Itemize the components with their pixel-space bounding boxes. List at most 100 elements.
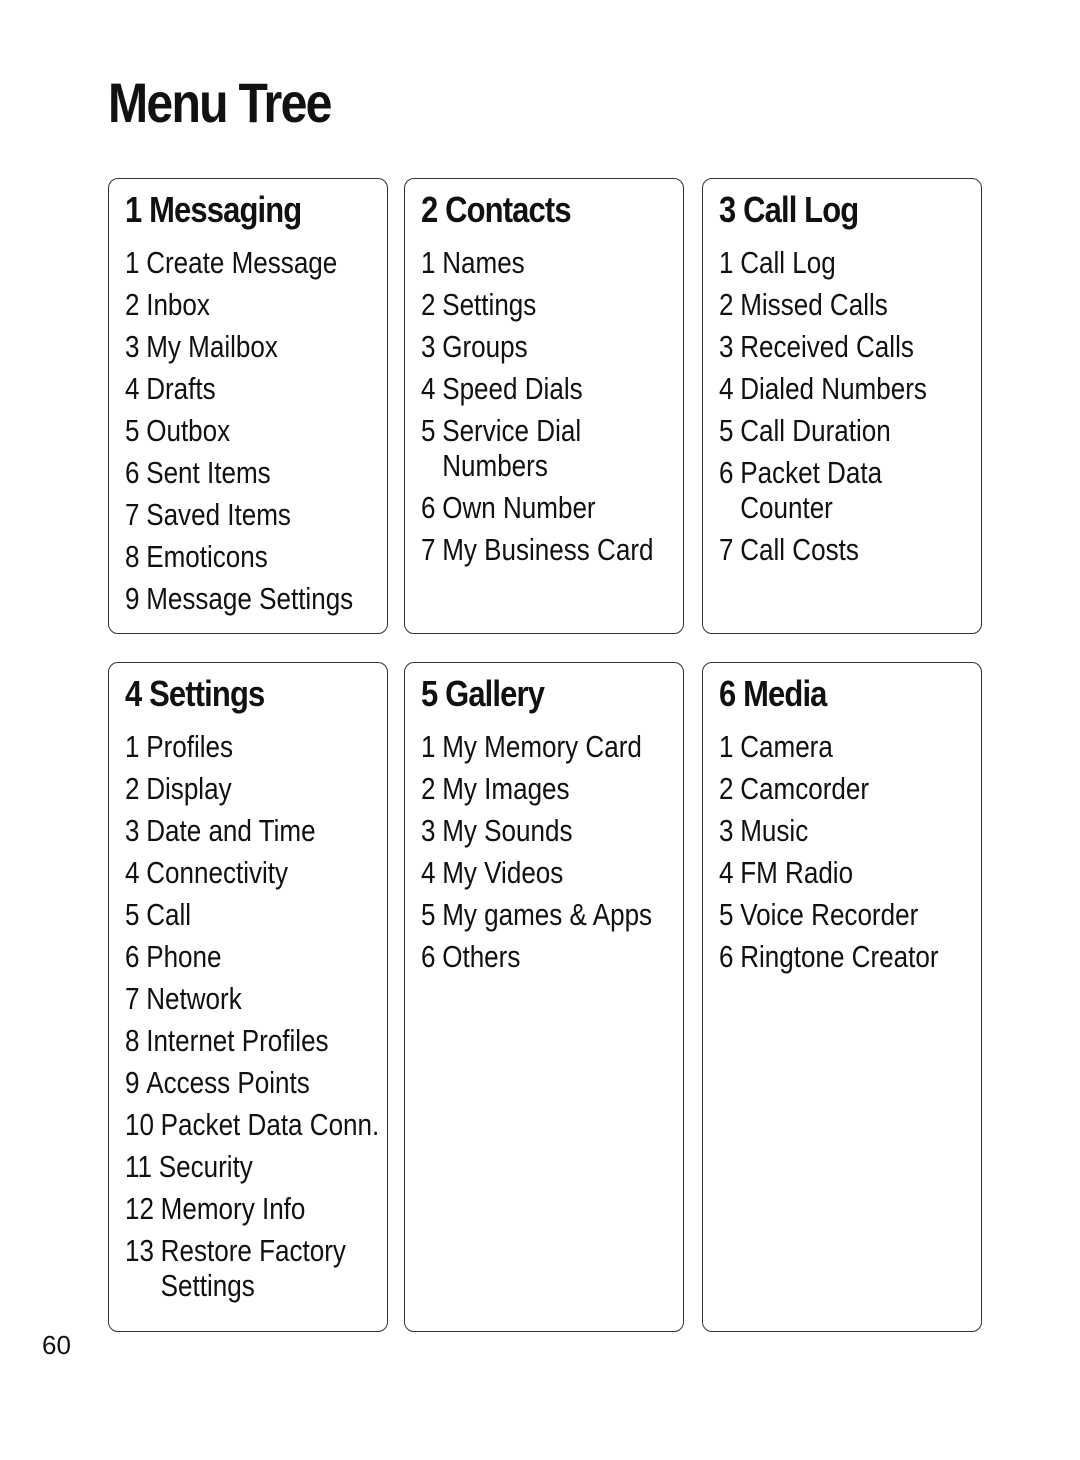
menu-item-label-line: Create Message <box>146 245 338 280</box>
menu-item-label-line: My Memory Card <box>442 729 642 764</box>
menu-item-label: Memory Info <box>161 1191 306 1226</box>
menu-item: 10 Packet Data Conn. <box>125 1107 379 1142</box>
menu-item: 1 Camera <box>719 729 939 764</box>
menu-item-label: Packet Data Counter <box>740 455 882 525</box>
menu-item-label: Received Calls <box>740 329 914 364</box>
menu-item-number: 8 <box>125 1023 140 1058</box>
section-title: 5 Gallery <box>421 673 545 714</box>
menu-item-number: 1 <box>125 729 140 764</box>
menu-item-number: 7 <box>125 981 140 1016</box>
menu-item-label-line: Counter <box>740 490 833 525</box>
menu-item-label-line: My Videos <box>442 855 564 890</box>
section-gallery: 5 Gallery 1 My Memory Card 2 My Images 3 My S… <box>404 662 684 1332</box>
menu-item-label: Ringtone Creator <box>740 939 938 974</box>
menu-item: 2 My Images <box>421 771 641 806</box>
menu-item-label: Call <box>146 897 191 932</box>
menu-item-number: 2 <box>125 771 140 806</box>
menu-item-label: Access Points <box>146 1065 310 1100</box>
menu-item-label-line: Others <box>442 939 521 974</box>
menu-item-label: FM Radio <box>740 855 853 890</box>
menu-item-number: 6 <box>421 939 436 974</box>
menu-item-label: Drafts <box>146 371 215 406</box>
menu-item-label: Packet Data Conn. <box>161 1107 380 1142</box>
menu-item-number: 4 <box>125 855 140 890</box>
menu-item-label-line: Phone <box>146 939 222 974</box>
menu-item-label: Groups <box>442 329 527 364</box>
menu-item-number: 2 <box>125 287 140 322</box>
menu-item-label: Camera <box>740 729 833 764</box>
menu-item-label-line: Sent Items <box>146 455 271 490</box>
menu-item-label: Settings <box>442 287 536 322</box>
menu-item-label: Saved Items <box>146 497 291 532</box>
menu-item-number: 3 <box>125 329 140 364</box>
menu-item-label-line: Network <box>146 981 242 1016</box>
menu-item-number: 1 <box>719 245 734 280</box>
section-items: 1 Camera 2 Camcorder 3 Music 4 FM Radio 5 Voice R… <box>719 729 981 974</box>
menu-item-label: Speed Dials <box>442 371 582 406</box>
menu-item: 5 Call <box>125 897 345 932</box>
menu-item-label: Sent Items <box>146 455 270 490</box>
menu-item-number: 6 <box>421 490 436 525</box>
menu-item: 2 Display <box>125 771 345 806</box>
menu-item: 4 Dialed Numbers <box>719 371 939 406</box>
menu-item: 8 Internet Profiles <box>125 1023 345 1058</box>
menu-item-number: 1 <box>421 729 436 764</box>
menu-item-label-line: Memory Info <box>160 1191 306 1226</box>
menu-item-label: Music <box>740 813 808 848</box>
menu-item-label-line: Saved Items <box>146 497 291 532</box>
menu-item-label-line: FM Radio <box>740 855 854 890</box>
menu-item-number: 3 <box>421 329 436 364</box>
menu-item: 6 Phone <box>125 939 345 974</box>
menu-item-number: 5 <box>719 413 734 448</box>
menu-item-label: Own Number <box>442 490 595 525</box>
page-title: Menu Tree <box>108 71 332 134</box>
menu-item-label-line: Missed Calls <box>740 287 888 322</box>
menu-item-label-line: My Business Card <box>442 532 654 567</box>
menu-item-label-line: Outbox <box>146 413 231 448</box>
menu-item-label-line: Connectivity <box>146 855 289 890</box>
section-items: 1 My Memory Card 2 My Images 3 My Sounds 4 My V… <box>421 729 683 974</box>
menu-item-number: 1 <box>125 245 140 280</box>
menu-item-label: Connectivity <box>146 855 288 890</box>
menu-item-label: My Mailbox <box>146 329 278 364</box>
menu-item-label: Call Log <box>740 245 836 280</box>
menu-item-number: 4 <box>421 371 436 406</box>
menu-item-number: 2 <box>719 287 734 322</box>
menu-item-number: 6 <box>719 939 734 974</box>
menu-item-number: 5 <box>125 897 140 932</box>
menu-item-label: Display <box>146 771 231 806</box>
menu-item: 6 Ringtone Creator <box>719 939 939 974</box>
menu-item-label-line: Drafts <box>146 371 216 406</box>
menu-item-label-line: Message Settings <box>146 581 354 616</box>
menu-item-number: 7 <box>421 532 436 567</box>
menu-item-label-line: Display <box>146 771 232 806</box>
section-title: 6 Media <box>719 673 827 714</box>
menu-item: 5 Voice Recorder <box>719 897 939 932</box>
menu-item-label-line: Call Log <box>740 245 836 280</box>
menu-item-label-line: Music <box>740 813 809 848</box>
menu-item-label: Call Costs <box>740 532 859 567</box>
menu-item-label-line: Ringtone Creator <box>740 939 939 974</box>
menu-item: 1 Create Message <box>125 245 345 280</box>
menu-item-number: 5 <box>421 897 436 932</box>
menu-item: 4 Speed Dials <box>421 371 641 406</box>
menu-item-label-line: Emoticons <box>146 539 268 574</box>
menu-item: 12 Memory Info <box>125 1191 345 1226</box>
menu-item: 4 Connectivity <box>125 855 345 890</box>
menu-item-label-line: Voice Recorder <box>740 897 919 932</box>
section-contacts: 2 Contacts 1 Names 2 Settings 3 Groups 4 Speed … <box>404 178 684 634</box>
menu-item: 4 My Videos <box>421 855 641 890</box>
menu-item-label-line: Packet Data <box>740 455 883 490</box>
menu-item-label-line: My Images <box>442 771 570 806</box>
menu-item-label: Voice Recorder <box>740 897 918 932</box>
menu-item: 3 Music <box>719 813 939 848</box>
menu-item-label: Others <box>442 939 520 974</box>
section-messaging: 1 Messaging 1 Create Message 2 Inbox 3 My Mai… <box>108 178 388 634</box>
menu-item-number: 10 <box>125 1107 154 1142</box>
menu-item-number: 3 <box>719 813 734 848</box>
menu-item-label: Service Dial Numbers <box>442 413 581 483</box>
menu-item: 2 Inbox <box>125 287 345 322</box>
menu-item: 2 Camcorder <box>719 771 939 806</box>
menu-item-label: Call Duration <box>740 413 891 448</box>
menu-item: 2 Settings <box>421 287 641 322</box>
